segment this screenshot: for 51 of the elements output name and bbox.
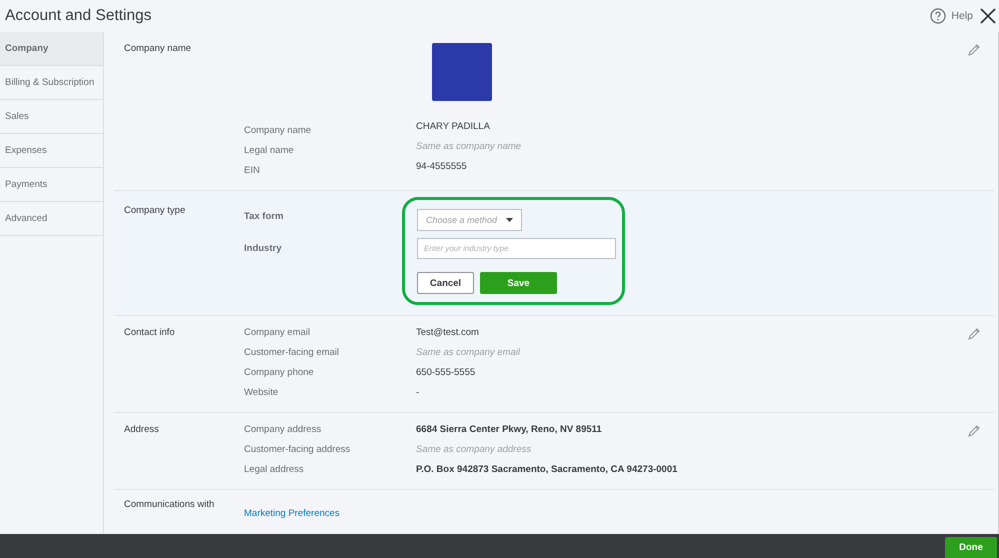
sidebar-item[interactable]: Company <box>0 32 103 66</box>
field-label: Company phone <box>244 367 315 379</box>
caret-icon <box>506 218 513 222</box>
marketing-preferences-link[interactable]: Marketing Preferences <box>244 508 340 519</box>
field-value: Same as company name <box>416 141 522 153</box>
field-label: Industry <box>244 243 282 255</box>
field-label: Customer-facing address <box>244 444 352 456</box>
field-label: Customer-facing email <box>244 347 340 359</box>
field-label: Company email <box>244 327 311 339</box>
sidebar-item[interactable]: Advanced <box>0 202 103 236</box>
done-button[interactable]: Done <box>945 537 997 558</box>
edit-button[interactable] <box>967 424 981 438</box>
help-link[interactable]: Help <box>930 8 973 24</box>
save-button[interactable]: Save <box>480 272 557 294</box>
field-label: Legal address <box>244 464 305 476</box>
edit-button[interactable] <box>967 43 981 57</box>
sidebar-item[interactable]: Payments <box>0 168 103 202</box>
pencil-icon <box>967 424 981 438</box>
field-value: Test@test.com <box>416 327 480 339</box>
field-value: 94-4555555 <box>416 161 468 173</box>
section-title: Company name <box>123 43 192 56</box>
field-value: - <box>416 387 420 399</box>
field-label: Legal name <box>244 145 295 157</box>
field-label: EIN <box>244 165 261 177</box>
field-value: 650-555-5555 <box>416 367 476 379</box>
pencil-icon <box>967 43 981 57</box>
field-value: CHARY PADILLA <box>416 121 491 133</box>
close-icon <box>979 7 997 25</box>
field-label: Website <box>244 387 280 399</box>
field-value: Same as company email <box>416 347 522 359</box>
sidebar-item[interactable]: Billing & Subscription <box>0 66 103 100</box>
help-icon <box>930 8 946 24</box>
section-title: Company type <box>123 204 186 218</box>
field-label: Company address <box>244 424 322 436</box>
tax-form-dropdown[interactable]: Choose a method <box>417 209 522 231</box>
field-value: P.O. Box 942873 Sacramento, Sacramento, CA 94273-0001 <box>416 464 678 476</box>
edit-button[interactable] <box>967 327 981 341</box>
field-label: Company name <box>244 125 312 137</box>
section-title: Contact info <box>123 327 176 340</box>
close-button[interactable] <box>979 7 997 25</box>
field-value: Same as company address <box>416 444 532 456</box>
section-title: Address <box>123 424 160 437</box>
industry-input-field[interactable]: Enter your industry type <box>417 238 616 259</box>
section-title: Communications with <box>123 499 216 512</box>
cancel-button[interactable]: Cancel <box>417 272 474 294</box>
pencil-icon <box>967 327 981 341</box>
sidebar-item[interactable]: Sales <box>0 100 103 134</box>
sidebar-item[interactable]: Expenses <box>0 134 103 168</box>
field-label: Tax form <box>244 211 284 223</box>
window-title: Account and Settings <box>5 7 152 25</box>
field-value: 6684 Sierra Center Pkwy, Reno, NV 89511 <box>416 424 603 436</box>
